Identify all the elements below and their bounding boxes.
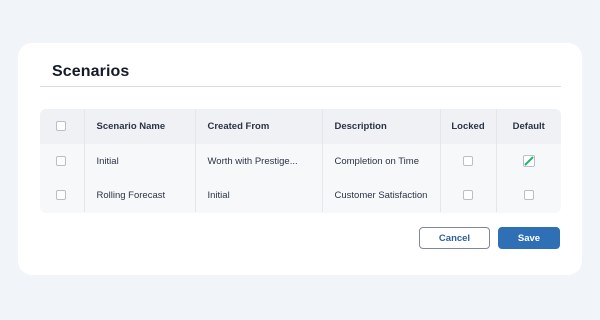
created-from-cell: Initial <box>195 178 323 212</box>
default-cell <box>496 144 561 178</box>
table-row[interactable]: Initial Worth with Prestige... Completio… <box>40 144 561 178</box>
dialog-title: Scenarios <box>52 63 130 80</box>
save-button[interactable]: Save <box>498 227 560 249</box>
created-from-cell: Worth with Prestige... <box>195 144 323 178</box>
column-header-created-from[interactable]: Created From <box>195 109 323 144</box>
column-header-description[interactable]: Description <box>322 109 441 144</box>
scenarios-dialog: Scenarios Scenario Name Created From Des… <box>18 43 582 275</box>
row-select-cell <box>40 178 85 212</box>
table-header-row: Scenario Name Created From Description L… <box>40 109 561 144</box>
title-divider <box>40 86 561 87</box>
row-select-checkbox[interactable] <box>56 155 66 166</box>
row-select-cell <box>40 144 85 178</box>
default-cell <box>496 178 561 212</box>
column-header-default[interactable]: Default <box>496 109 561 144</box>
default-checkbox[interactable] <box>523 189 534 200</box>
locked-cell <box>440 178 497 212</box>
description-cell: Customer Satisfaction <box>322 178 441 212</box>
row-select-checkbox[interactable] <box>56 189 66 200</box>
description-cell: Completion on Time <box>322 144 441 178</box>
table-row[interactable]: Rolling Forecast Initial Customer Satisf… <box>40 178 561 212</box>
scenario-name-cell: Initial <box>84 144 196 178</box>
locked-checkbox[interactable] <box>463 155 473 166</box>
select-all-cell <box>40 109 85 144</box>
column-header-locked[interactable]: Locked <box>440 109 497 144</box>
locked-cell <box>440 144 497 178</box>
cancel-button[interactable]: Cancel <box>419 227 490 249</box>
pencil-edit-icon[interactable] <box>522 155 535 167</box>
locked-checkbox[interactable] <box>463 189 473 200</box>
column-header-scenario-name[interactable]: Scenario Name <box>84 109 196 144</box>
scenarios-table: Scenario Name Created From Description L… <box>40 109 561 213</box>
scenario-name-cell: Rolling Forecast <box>84 178 196 212</box>
select-all-checkbox[interactable] <box>56 121 66 132</box>
